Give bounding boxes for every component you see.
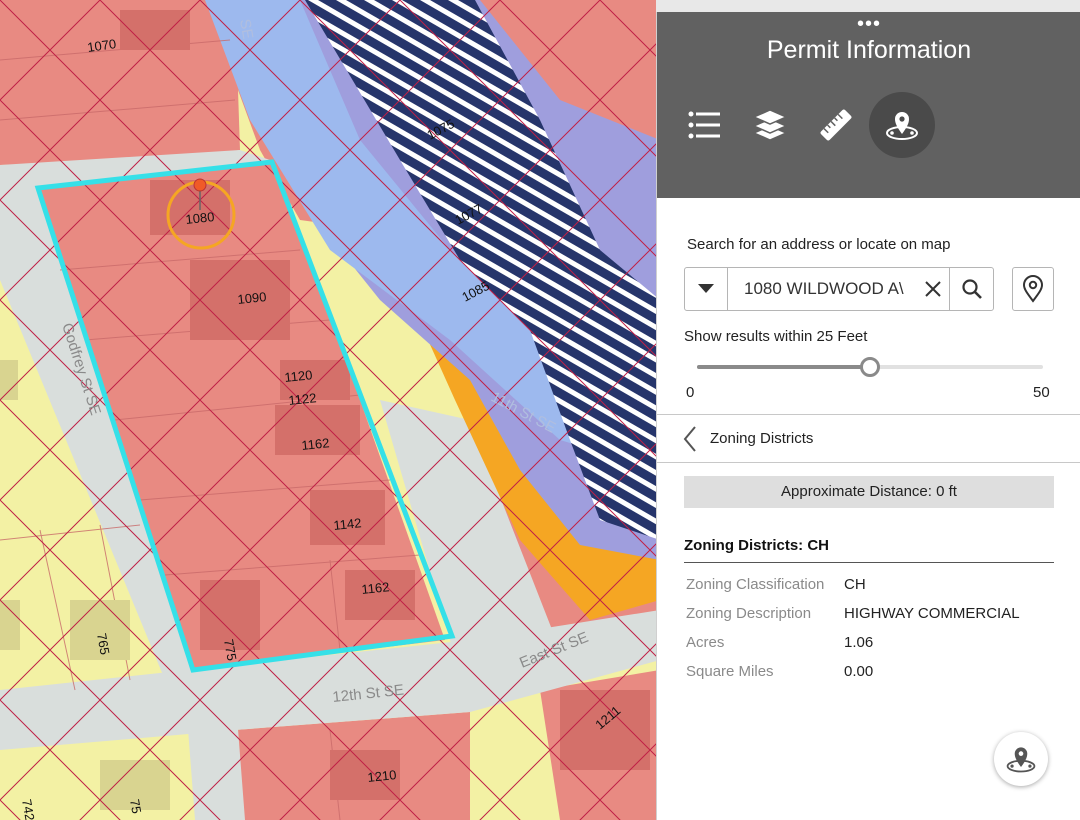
panel-title: Permit Information — [766, 36, 972, 64]
locate-on-map-icon — [1006, 747, 1036, 773]
locate-on-map-button[interactable] — [1012, 267, 1054, 311]
locate-on-map-icon — [886, 112, 918, 140]
close-icon — [925, 281, 941, 297]
slider-max-label: 50 — [1033, 384, 1050, 401]
tool-measure-button[interactable] — [803, 92, 869, 158]
panel-drag-handle[interactable]: ••• — [857, 14, 881, 34]
parcel-number: 1142 — [333, 515, 362, 533]
parcel-number: 1120 — [284, 367, 313, 385]
slider-min-label: 0 — [686, 384, 695, 401]
map-pin-icon — [1022, 275, 1044, 303]
parcel-number: 1122 — [288, 390, 317, 408]
attribute-value: CH — [844, 576, 866, 593]
parcel-number: 1162 — [361, 579, 390, 597]
approximate-distance: Approximate Distance: 0 ft — [684, 476, 1054, 508]
attribute-value: 0.00 — [844, 663, 874, 680]
parcel-number: 1210 — [367, 767, 397, 785]
attribute-value: HIGHWAY COMMERCIAL — [844, 605, 1020, 622]
attribute-label: Square Miles — [686, 663, 774, 680]
buffer-slider-fill — [697, 365, 870, 369]
attribute-label: Zoning Classification — [686, 576, 825, 593]
attribute-label: Acres — [686, 634, 725, 651]
divider — [657, 414, 1080, 415]
result-title-rule — [684, 562, 1054, 563]
tool-locate-button[interactable] — [869, 92, 935, 158]
ruler-icon — [820, 109, 852, 141]
search-source-dropdown[interactable] — [685, 268, 728, 310]
address-search-input[interactable] — [728, 268, 906, 310]
parcel-number: 1090 — [237, 289, 267, 307]
chevron-left-icon — [683, 426, 696, 452]
tool-list-button[interactable] — [671, 92, 737, 158]
search-box — [684, 267, 994, 311]
back-label: Zoning Districts — [710, 430, 814, 447]
attribute-value: 1.06 — [844, 634, 874, 651]
parcel-number: 1162 — [301, 435, 330, 453]
search-button[interactable] — [949, 268, 994, 310]
panel-header: ••• Permit Information — [657, 12, 1080, 198]
parcel-number: 1080 — [185, 209, 215, 227]
buffer-distance-label: Show results within 25 Feet — [684, 328, 868, 345]
caret-down-icon — [698, 284, 714, 293]
clear-search-button[interactable] — [917, 268, 949, 310]
divider — [657, 462, 1080, 463]
search-label: Search for an address or locate on map — [687, 236, 951, 253]
permit-info-panel: ••• Permit Information Search for an add… — [656, 12, 1080, 820]
layers-icon — [752, 109, 788, 141]
street-label-partial: SE — [236, 18, 256, 41]
buffer-slider-thumb[interactable] — [860, 357, 880, 377]
search-icon — [962, 279, 982, 299]
list-icon — [688, 111, 720, 139]
buffer-slider[interactable] — [697, 357, 1043, 377]
result-title: Zoning Districts: CH — [684, 537, 829, 554]
attribute-label: Zoning Description — [686, 605, 812, 622]
locate-fab-button[interactable] — [994, 732, 1048, 786]
parcel-number: 75 — [127, 798, 144, 815]
back-to-zoning-districts[interactable]: Zoning Districts — [657, 416, 1080, 462]
map-pin-icon[interactable] — [193, 178, 207, 192]
tool-layers-button[interactable] — [737, 92, 803, 158]
